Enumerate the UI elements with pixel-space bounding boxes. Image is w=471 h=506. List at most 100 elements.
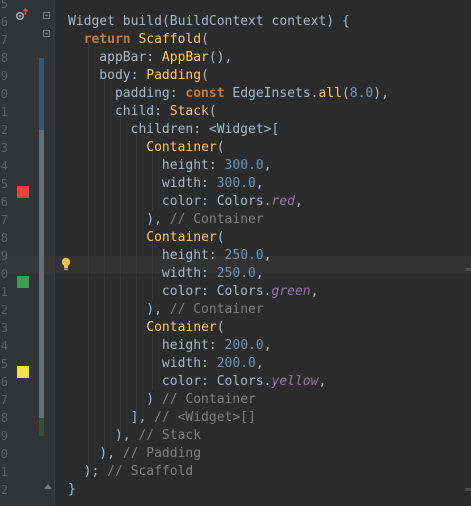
code-line[interactable]: 8 Container( bbox=[0, 229, 471, 247]
code-token: yellow bbox=[271, 374, 319, 389]
code-text[interactable]: Container( bbox=[68, 319, 224, 337]
code-token: ), bbox=[68, 446, 123, 461]
code-text[interactable]: body: Padding( bbox=[68, 67, 209, 85]
code-text[interactable]: padding: const EdgeInsets.all(8.0), bbox=[68, 85, 389, 103]
line-number: 5 bbox=[0, 177, 8, 191]
code-token: , bbox=[263, 158, 272, 173]
code-token: (), bbox=[208, 50, 233, 65]
code-text[interactable]: children: <Widget>[ bbox=[68, 121, 280, 139]
code-text[interactable]: Container( bbox=[68, 139, 224, 157]
code-line[interactable]: 0 width: 250.0, bbox=[0, 265, 471, 283]
code-line[interactable]: 9 height: 250.0, bbox=[0, 247, 471, 265]
code-token: Scaffold bbox=[138, 32, 202, 47]
code-text[interactable]: ), // Stack bbox=[68, 427, 201, 445]
code-line[interactable]: 7 ) // Container bbox=[0, 391, 471, 409]
code-token: ( bbox=[216, 230, 225, 245]
line-number: 0 bbox=[0, 87, 8, 101]
code-line[interactable]: 6 color: Colors.yellow, bbox=[0, 373, 471, 391]
code-line[interactable]: 5 bbox=[0, 0, 471, 13]
code-text[interactable]: width: 200.0, bbox=[68, 355, 264, 373]
code-line[interactable]: 1 ); // Scaffold bbox=[0, 463, 471, 481]
code-token: // Container bbox=[169, 212, 264, 227]
code-text[interactable]: color: Colors.green, bbox=[68, 283, 319, 301]
code-line[interactable]: 9 ), // Stack bbox=[0, 427, 471, 445]
code-line[interactable]: 5 width: 300.0, bbox=[0, 175, 471, 193]
line-number: 9 bbox=[0, 429, 8, 443]
line-number: 5 bbox=[0, 0, 8, 11]
code-token: // Container bbox=[161, 392, 256, 407]
code-line[interactable]: 8 appBar: AppBar(), bbox=[0, 49, 471, 67]
code-token: color: Colors. bbox=[68, 284, 272, 299]
code-text[interactable]: width: 250.0, bbox=[68, 265, 264, 283]
code-token: , bbox=[318, 374, 327, 389]
code-line[interactable]: 3 Container( bbox=[0, 139, 471, 157]
code-text[interactable]: appBar: AppBar(), bbox=[68, 49, 232, 67]
line-number: 9 bbox=[0, 249, 8, 263]
code-token: appBar: bbox=[68, 50, 162, 65]
code-line[interactable]: 2 children: <Widget>[ bbox=[0, 121, 471, 139]
code-token: green bbox=[271, 284, 311, 299]
code-token: ( bbox=[208, 104, 217, 119]
code-text[interactable]: Container( bbox=[68, 229, 225, 247]
code-token: , bbox=[255, 266, 264, 281]
code-text[interactable]: ) // Container bbox=[68, 391, 256, 409]
code-text[interactable]: ), // Padding bbox=[68, 445, 201, 463]
code-text[interactable]: height: 250.0, bbox=[68, 247, 272, 265]
code-line[interactable]: 7 ), // Container bbox=[0, 211, 471, 229]
code-line[interactable]: 4 height: 200.0, bbox=[0, 337, 471, 355]
code-token: 250.0 bbox=[216, 266, 256, 281]
code-line[interactable]: 2} bbox=[0, 481, 471, 499]
line-number: 8 bbox=[0, 411, 8, 425]
code-line[interactable]: 3 Container( bbox=[0, 319, 471, 337]
code-token: 300.0 bbox=[216, 176, 256, 191]
code-line[interactable]: 9 body: Padding( bbox=[0, 67, 471, 85]
code-editor[interactable]: 5 6 Widget build(BuildContext context) {7 … bbox=[0, 0, 471, 506]
code-token: 200.0 bbox=[216, 356, 256, 371]
code-line[interactable]: 8 ], // <Widget>[] bbox=[0, 409, 471, 427]
code-token: // <Widget>[] bbox=[154, 410, 256, 425]
line-number: 7 bbox=[0, 33, 8, 47]
code-text[interactable]: ), // Container bbox=[68, 211, 264, 229]
code-line[interactable]: 4 height: 300.0, bbox=[0, 157, 471, 175]
code-text[interactable]: ); // Scaffold bbox=[68, 463, 194, 481]
code-text[interactable]: color: Colors.yellow, bbox=[68, 373, 326, 391]
code-token: } bbox=[68, 482, 76, 497]
code-text[interactable]: width: 300.0, bbox=[68, 175, 264, 193]
code-line[interactable]: 2 ), // Container bbox=[0, 301, 471, 319]
code-token: body: bbox=[68, 68, 147, 83]
line-number: 2 bbox=[0, 483, 8, 497]
code-token: ( bbox=[341, 86, 350, 101]
code-line[interactable]: 1 color: Colors.green, bbox=[0, 283, 471, 301]
code-text[interactable]: color: Colors.red, bbox=[68, 193, 303, 211]
line-number: 1 bbox=[0, 465, 8, 479]
code-text[interactable]: return Scaffold( bbox=[68, 31, 209, 49]
code-text[interactable]: child: Stack( bbox=[68, 103, 217, 121]
code-token: , bbox=[310, 284, 319, 299]
code-text[interactable]: ], // <Widget>[] bbox=[68, 409, 256, 427]
code-text[interactable]: height: 200.0, bbox=[68, 337, 272, 355]
code-line[interactable]: 6 Widget build(BuildContext context) { bbox=[0, 13, 471, 31]
line-number: 1 bbox=[0, 285, 8, 299]
code-text[interactable]: } bbox=[68, 481, 76, 499]
code-token: color: Colors. bbox=[68, 374, 272, 389]
code-token: 250.0 bbox=[224, 248, 264, 263]
code-line[interactable]: 0 ), // Padding bbox=[0, 445, 471, 463]
code-token: all bbox=[318, 86, 342, 101]
code-line[interactable]: 0 padding: const EdgeInsets.all(8.0), bbox=[0, 85, 471, 103]
code-token: ) bbox=[68, 392, 162, 407]
code-line[interactable]: 5 width: 200.0, bbox=[0, 355, 471, 373]
code-text[interactable]: height: 300.0, bbox=[68, 157, 272, 175]
code-text[interactable]: ), // Container bbox=[68, 301, 263, 319]
line-number: 4 bbox=[0, 159, 8, 173]
code-token: , bbox=[255, 356, 264, 371]
code-token: padding: bbox=[68, 86, 186, 101]
code-token: ), bbox=[68, 302, 170, 317]
code-line[interactable]: 7 return Scaffold( bbox=[0, 31, 471, 49]
code-line[interactable]: 1 child: Stack( bbox=[0, 103, 471, 121]
code-token: ); bbox=[68, 464, 108, 479]
code-text[interactable]: Widget build(BuildContext context) { bbox=[68, 13, 350, 31]
code-line[interactable]: 6 color: Colors.red, bbox=[0, 193, 471, 211]
code-token: ), bbox=[68, 428, 139, 443]
